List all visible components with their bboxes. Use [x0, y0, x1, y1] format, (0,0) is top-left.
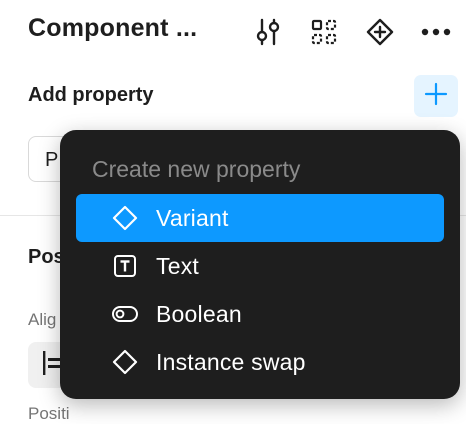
alignment-label: Alig	[28, 310, 57, 329]
menu-header: Create new property	[92, 156, 301, 182]
menu-item-label: Boolean	[156, 300, 242, 327]
panel-title: Component ...	[28, 14, 198, 42]
add-property-heading: Add property	[28, 84, 154, 106]
component-grid-icon	[310, 18, 338, 46]
toggle-icon	[110, 299, 140, 329]
menu-item-boolean[interactable]: Boolean	[76, 290, 444, 338]
adjust-button[interactable]	[250, 14, 286, 50]
component-grid-button[interactable]	[306, 14, 342, 50]
diamond-icon	[110, 203, 140, 233]
add-property-button[interactable]	[414, 75, 458, 117]
menu-item-label: Instance swap	[156, 348, 306, 375]
more-icon	[420, 27, 452, 37]
component-diamond-icon	[365, 17, 395, 47]
create-property-menu: Create new property Variant Text Boolean	[60, 130, 460, 399]
position-label: Positi	[28, 404, 70, 423]
text-icon	[110, 251, 140, 281]
menu-item-instance-swap[interactable]: Instance swap	[76, 338, 444, 386]
menu-item-label: Text	[156, 252, 199, 279]
menu-item-variant[interactable]: Variant	[76, 194, 444, 242]
menu-item-text[interactable]: Text	[76, 242, 444, 290]
component-diamond-button[interactable]	[362, 14, 398, 50]
diamond-icon	[110, 347, 140, 377]
plus-icon	[424, 82, 448, 111]
menu-item-label: Variant	[156, 204, 229, 231]
more-options-button[interactable]	[418, 14, 454, 50]
adjust-icon	[253, 16, 283, 48]
